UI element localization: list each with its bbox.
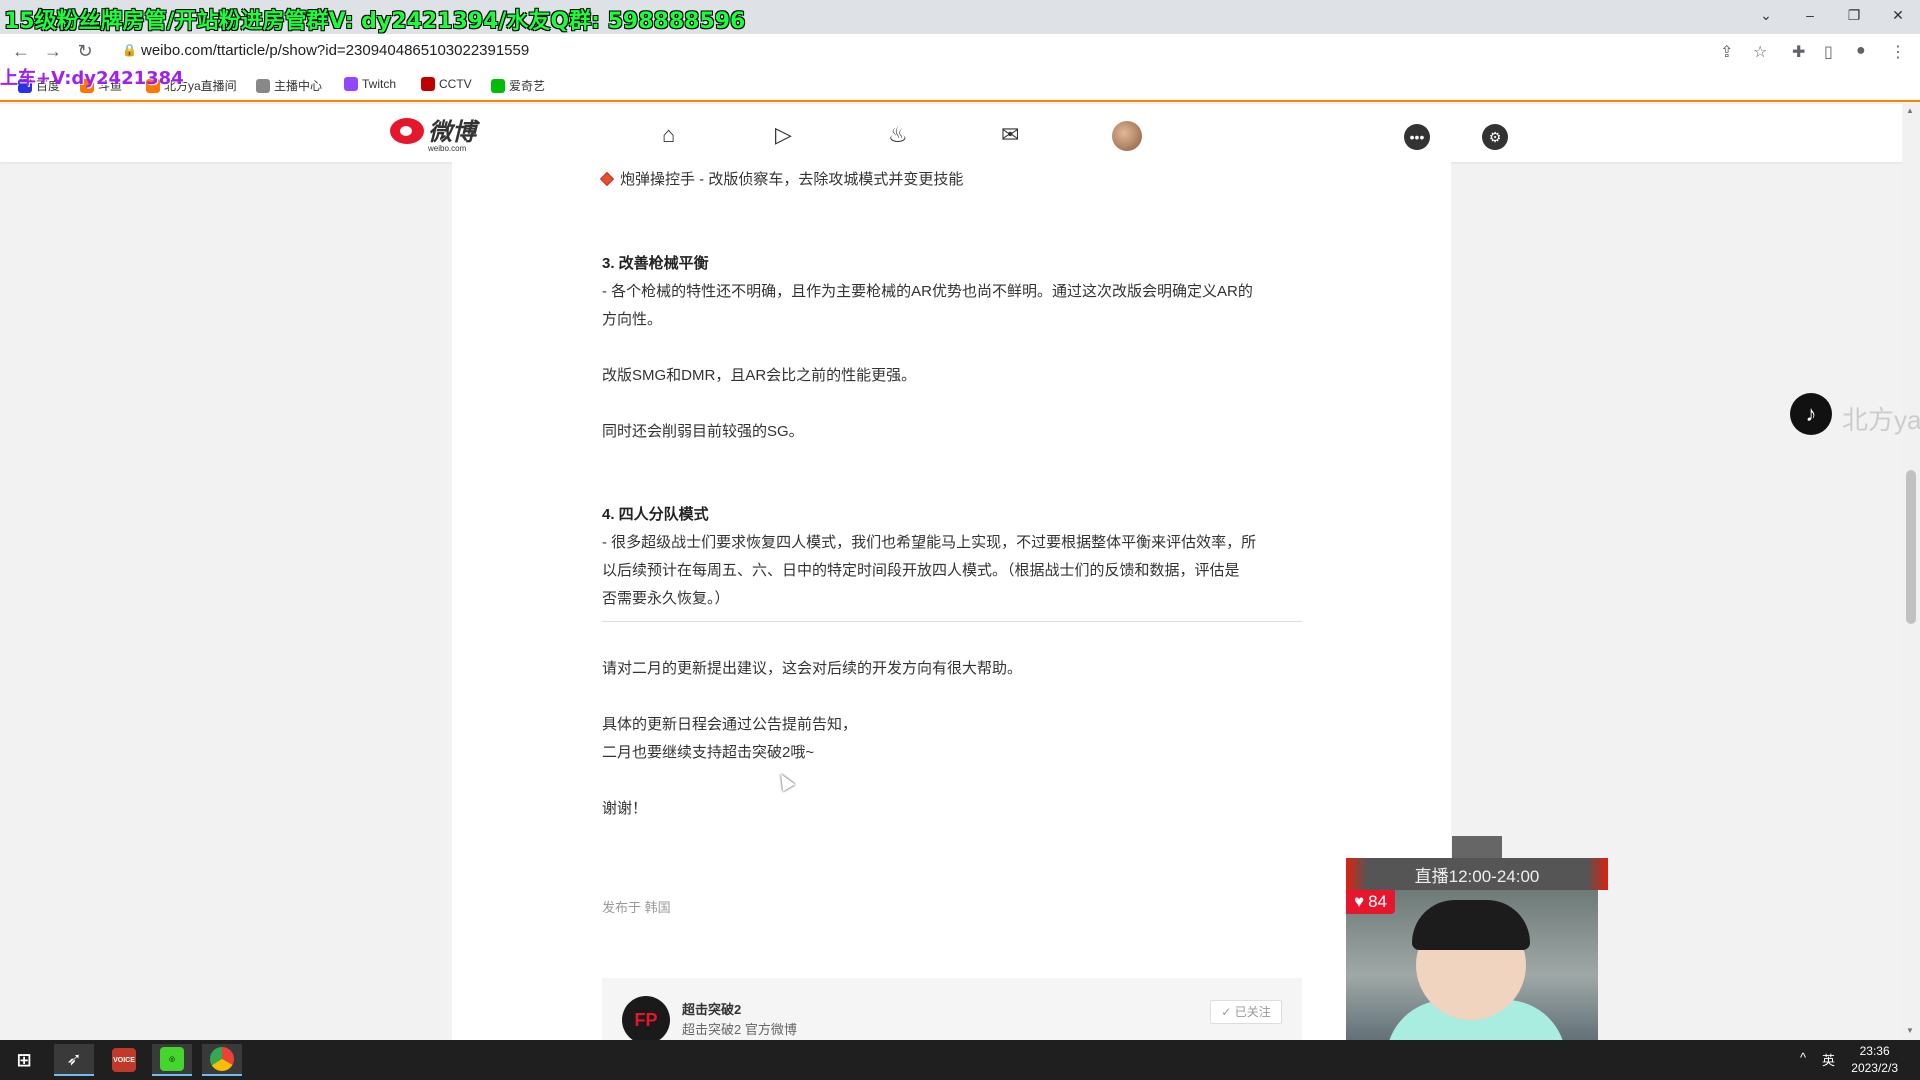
author-card[interactable]: FP 超击突破2 超击突破2 官方微博 ✓ 已关注 <box>602 978 1302 1044</box>
stream-overlay-note: 上车+V:dy2421384 <box>0 68 184 89</box>
likes-count: 84 <box>1368 892 1388 911</box>
page-scrollbar[interactable]: ▲ ▼ <box>1902 104 1920 1040</box>
settings-icon[interactable]: ⚙ <box>1482 124 1508 150</box>
iqiyi-icon <box>491 78 505 93</box>
profile-icon[interactable]: ● <box>1856 42 1866 60</box>
published-location: 发布于 韩国 <box>602 900 671 915</box>
closing-paragraph-2: 具体的更新日程会通过公告提前告知， <box>602 716 858 733</box>
close-button[interactable]: ✕ <box>1876 0 1920 30</box>
voicemeeter-icon: VOICE <box>112 1048 136 1072</box>
clock-time: 23:36 <box>1859 1044 1890 1058</box>
bookmark-twitch[interactable]: Twitch <box>344 77 396 91</box>
taskbar-clock[interactable]: 23:36 2023/2/3 <box>1851 1043 1898 1077</box>
menu-icon[interactable]: ⋮ <box>1890 42 1906 62</box>
address-bar[interactable]: weibo.com/ttarticle/p/show?id=2309404865… <box>141 42 529 59</box>
likes-badge: ♥ 84 <box>1346 890 1396 914</box>
windows-start-icon[interactable]: ⊞ <box>4 1044 44 1076</box>
tiktok-streamer-name: 北方ya <box>1842 405 1920 435</box>
follow-button[interactable]: ✓ 已关注 <box>1210 1000 1282 1024</box>
scroll-up-icon[interactable]: ▲ <box>1906 106 1914 115</box>
clock-date: 2023/2/3 <box>1851 1061 1898 1075</box>
cctv-icon <box>421 77 435 91</box>
section-3-title: 3. 改善枪械平衡 <box>602 255 709 272</box>
hot-icon[interactable]: ♨ <box>888 122 908 148</box>
home-icon[interactable]: ⌂ <box>662 122 675 148</box>
mail-icon[interactable]: ✉ <box>1001 122 1019 148</box>
section-4-paragraph-1c: 否需要永久恢复。） <box>602 590 730 607</box>
author-avatar[interactable]: FP <box>622 996 670 1044</box>
window-controls: ⌄ – ❐ ✕ <box>1744 0 1920 30</box>
taskbar-app-voicemeeter[interactable]: VOICE <box>104 1044 144 1076</box>
side-panel-icon[interactable]: ▯ <box>1824 42 1833 62</box>
scroll-down-icon[interactable]: ▼ <box>1906 1026 1914 1035</box>
bookmarks-bar: 百度 斗鱼 北方ya直播间 主播中心 Twitch CCTV 爱奇艺 <box>0 68 1920 102</box>
user-avatar[interactable] <box>1112 121 1142 151</box>
section-3-paragraph-2: 改版SMG和DMR，且AR会比之前的性能更强。 <box>602 367 917 384</box>
logo-subtext: weibo.com <box>428 144 467 153</box>
thanks-line: 谢谢！ <box>602 800 648 817</box>
scroll-thumb[interactable] <box>1906 470 1916 624</box>
section-4-paragraph-1a: - 很多超级战士们要求恢复四人模式，我们也希望能马上实现，不过要根据整体平衡来评… <box>602 534 1257 551</box>
bookmark-anchor-center[interactable]: 主播中心 <box>256 77 322 94</box>
closing-paragraph-3: 二月也要继续支持超击突破2哦~ <box>602 744 815 761</box>
section-3-paragraph-1b: 方向性。 <box>602 311 663 328</box>
closing-paragraph-1: 请对二月的更新提出建议，这会对后续的开发方向有很大帮助。 <box>602 660 1023 677</box>
webcam-hair <box>1412 900 1530 950</box>
weibo-eye-icon <box>390 118 424 144</box>
browser-toolbar: ← → ↻ 🔒 weibo.com/ttarticle/p/show?id=23… <box>0 34 1920 68</box>
chrome-icon <box>210 1047 234 1071</box>
video-icon[interactable]: ▷ <box>775 122 792 148</box>
live-schedule-banner: 直播12:00-24:00 <box>1346 858 1608 890</box>
section-4-paragraph-1b: 以后续预计在每周五、六、日中的特定时间段开放四人模式。（根据战士们的反馈和数据，… <box>602 562 1240 579</box>
section-3-paragraph-1a: - 各个枪械的特性还不明确，且作为主要枪械的AR优势也尚不鲜明。通过这次改版会明… <box>602 283 1253 300</box>
webcam-tab <box>1452 836 1502 860</box>
restore-button[interactable]: ❐ <box>1832 0 1876 30</box>
section-4-title: 4. 四人分队模式 <box>602 506 709 523</box>
browser-titlebar: 15级粉丝牌房管/开站粉进房管群V: dy2421394/水友Q群: 59888… <box>0 0 1920 34</box>
forward-icon[interactable]: → <box>42 40 64 62</box>
tray-chevron-icon[interactable]: ^ <box>1800 1050 1806 1065</box>
follow-label: 已关注 <box>1234 1005 1271 1019</box>
razer-icon: ◎ <box>160 1047 184 1071</box>
logo-text: 微博 <box>428 117 476 146</box>
weibo-header: 微博 weibo.com ⌂ ▷ ♨ ✉ ••• ⚙ <box>0 104 1902 162</box>
bookmark-star-icon[interactable]: ☆ <box>1753 42 1767 62</box>
windows-taskbar: ⊞ ➶ VOICE ◎ ^ 英 23:36 2023/2/3 <box>0 1040 1920 1080</box>
stream-overlay-banner: 15级粉丝牌房管/开站粉进房管群V: dy2421394/水友Q群: 59888… <box>4 9 746 34</box>
anchor-center-icon <box>256 78 270 93</box>
article-divider <box>602 621 1302 622</box>
twitch-icon <box>344 77 358 91</box>
windows-logo-icon: ⊞ <box>16 1049 32 1070</box>
section-3-paragraph-3: 同时还会削弱目前较强的SG。 <box>602 423 804 440</box>
diamond-bullet-icon <box>599 171 615 187</box>
bookmark-iqiyi[interactable]: 爱奇艺 <box>491 77 545 94</box>
ime-indicator[interactable]: 英 <box>1822 1050 1835 1069</box>
message-icon[interactable]: ••• <box>1404 124 1430 150</box>
back-icon[interactable]: ← <box>10 40 32 62</box>
article-container: 炮弹操控手 - 改版侦察车，去除攻城模式并变更技能 3. 改善枪械平衡 - 各个… <box>452 162 1451 1044</box>
taskbar-app-bird[interactable]: ➶ <box>54 1044 94 1076</box>
tiktok-icon: ♪ <box>1790 393 1832 435</box>
tab-search-icon[interactable]: ⌄ <box>1744 0 1788 30</box>
bookmark-cctv[interactable]: CCTV <box>421 77 472 91</box>
weibo-logo[interactable]: 微博 weibo.com <box>390 117 476 153</box>
check-icon: ✓ <box>1221 1005 1232 1019</box>
lock-icon[interactable]: 🔒 <box>122 43 137 57</box>
taskbar-app-chrome[interactable] <box>202 1044 242 1076</box>
bullet-paragraph: 炮弹操控手 - 改版侦察车，去除攻城模式并变更技能 <box>599 166 1302 194</box>
minimize-button[interactable]: – <box>1788 0 1832 30</box>
extensions-icon[interactable]: ✚ <box>1792 42 1805 62</box>
heart-icon: ♥ <box>1354 892 1365 911</box>
bird-app-icon: ➶ <box>66 1048 82 1069</box>
share-icon[interactable]: ⇪ <box>1720 42 1733 62</box>
reload-icon[interactable]: ↻ <box>74 40 96 62</box>
taskbar-app-razer[interactable]: ◎ <box>152 1044 192 1076</box>
